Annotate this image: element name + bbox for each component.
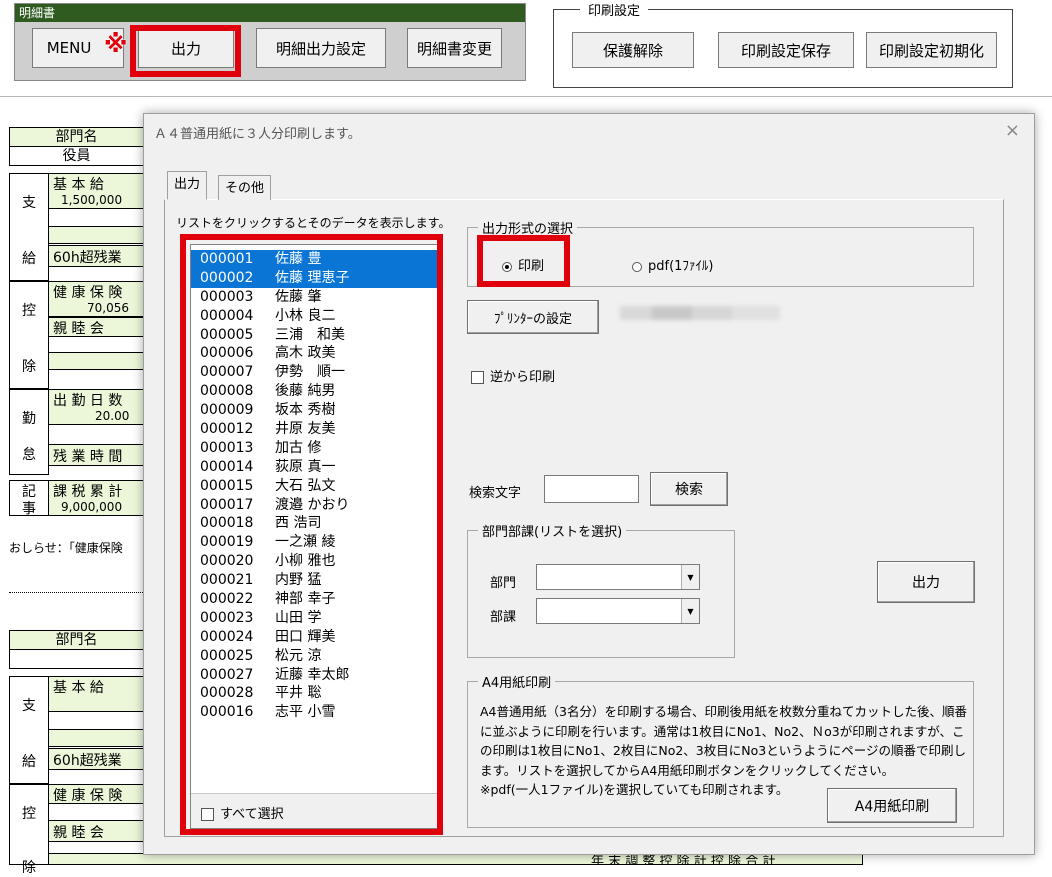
dept-header-cell: 部門名	[9, 127, 144, 147]
base-pay-cell: 基 本 給 1,500,000	[48, 173, 144, 209]
menu-button-label: MENU	[46, 39, 92, 57]
search-label: 検索文字	[469, 486, 522, 501]
dotted-divider	[9, 592, 143, 593]
social-club-cell: 親 睦 会	[48, 317, 144, 337]
green-cell-3	[48, 729, 144, 747]
record-side-cell: 記 事	[9, 480, 49, 517]
attendance-side-label-2: 怠	[22, 447, 36, 463]
sheet-divider	[0, 96, 1052, 97]
list-hint: リストをクリックするとそのデータを表示します。	[176, 216, 451, 230]
statement-panel-title: 明細書	[15, 4, 525, 22]
overtime-hours-cell: 残 業 時 間	[48, 444, 144, 466]
search-input[interactable]	[544, 475, 639, 503]
unprotect-button[interactable]: 保護解除	[572, 32, 694, 68]
overtime-hours-label: 残 業 時 間	[53, 449, 123, 465]
radio-pdf-label: pdf(1ﾌｧｲﾙ)	[648, 259, 714, 274]
a4-description: A4普通用紙（3名分）を印刷する場合、印刷後用紙を枚数分重ねてカットした後、順番…	[480, 702, 970, 800]
health-insurance-value: 70,056	[87, 301, 129, 315]
print-settings-legend: 印刷設定	[580, 0, 649, 19]
health-insurance-cell: 健 康 保 険 70,056	[48, 281, 144, 317]
a4-print-button[interactable]: A4用紙印刷	[827, 788, 957, 823]
base-pay-value: 1,500,000	[61, 193, 123, 207]
pay-side-label-b2: 給	[22, 754, 36, 770]
tax-total-label: 課 税 累 計	[53, 484, 123, 500]
search-button[interactable]: 検索	[650, 472, 728, 506]
green-cell-1	[48, 226, 144, 244]
dept-label: 部門	[490, 576, 517, 591]
chevron-down-icon[interactable]: ▼	[681, 565, 699, 589]
deduct-side-cell-2: 控 除	[9, 784, 49, 876]
a4-description-text: A4普通用紙（3名分）を印刷する場合、印刷後用紙を枚数分重ねてカットした後、順番…	[480, 704, 967, 778]
pay-side-label-b: 支	[22, 698, 36, 714]
reverse-print-checkbox[interactable]: 逆から印刷	[471, 366, 555, 385]
reverse-print-label: 逆から印刷	[490, 370, 556, 385]
highlight-employee-list	[180, 234, 443, 835]
dept-section-legend: 部門部課(リストを選択)	[478, 521, 627, 540]
a4-print-legend: A4用紙印刷	[478, 672, 556, 691]
work-days-value: 20.00	[95, 409, 130, 423]
work-days-cell: 出 勤 日 数 20.00	[48, 389, 144, 425]
attendance-side-cell: 勤 怠	[9, 389, 49, 475]
highlight-print-radio	[477, 235, 570, 287]
deduct-side-label-b2: 除	[22, 860, 36, 876]
printer-settings-button[interactable]: ﾌﾟﾘﾝﾀｰの設定	[467, 300, 599, 334]
pay-side-label: 支	[22, 195, 36, 211]
deduct-side-label-b: 控	[22, 806, 36, 822]
deduct-side-label-2: 除	[22, 359, 36, 375]
health-insurance-cell-2: 健 康 保 険	[48, 784, 144, 804]
attendance-side-label: 勤	[22, 411, 36, 427]
tax-total-value: 9,000,000	[61, 500, 123, 514]
overtime60-cell-2: 60h超残業	[48, 748, 144, 770]
detail-output-settings-button[interactable]: 明細出力設定	[256, 28, 386, 68]
pay-side-cell-2: 支 給	[9, 676, 49, 784]
base-pay-cell-2: 基 本 給	[48, 676, 144, 712]
chevron-down-icon[interactable]: ▼	[681, 599, 699, 623]
pay-side-cell: 支 給	[9, 173, 49, 281]
health-insurance-label: 健 康 保 険	[53, 285, 123, 301]
dept-section-group: 部門部課(リストを選択)	[467, 521, 735, 658]
save-print-settings-button[interactable]: 印刷設定保存	[718, 32, 854, 68]
printer-name-blurred	[620, 306, 780, 320]
section-select[interactable]: ▼	[536, 598, 700, 624]
work-days-label: 出 勤 日 数	[53, 393, 123, 409]
tab-output[interactable]: 出力	[167, 171, 208, 200]
pay-side-label-2: 給	[22, 251, 36, 267]
change-statement-button[interactable]: 明細書変更	[407, 28, 502, 68]
base-pay-label-2: 基 本 給	[53, 680, 104, 696]
dialog-title: Ａ４普通用紙に３人分印刷します。	[154, 127, 361, 142]
tab-other[interactable]: その他	[218, 175, 272, 200]
radio-unselected-icon	[632, 261, 642, 272]
overtime60-label-2: 60h超残業	[53, 753, 122, 769]
section-label: 部課	[490, 610, 517, 625]
dept-header-cell-2: 部門名	[9, 630, 144, 650]
checkbox-icon	[471, 371, 484, 384]
deduct-side-cell: 控 除	[9, 281, 49, 389]
social-club-cell-2: 親 睦 会	[48, 820, 144, 842]
overtime60-label: 60h超残業	[53, 250, 122, 266]
notice-text: おしらせ：「健康保険	[9, 541, 123, 555]
role-cell-2	[9, 649, 144, 669]
social-club-label-2: 親 睦 会	[53, 825, 104, 841]
base-pay-label: 基 本 給	[53, 177, 104, 193]
health-insurance-label-2: 健 康 保 険	[53, 788, 123, 804]
tax-total-cell: 課 税 累 計 9,000,000	[48, 480, 144, 516]
dept-select[interactable]: ▼	[536, 564, 700, 590]
record-side-label-2: 事	[22, 501, 36, 517]
reset-print-settings-button[interactable]: 印刷設定初期化	[866, 32, 997, 68]
output-submit-button[interactable]: 出力	[877, 561, 975, 603]
close-icon[interactable]: ×	[1005, 120, 1020, 141]
overtime60-cell: 60h超残業	[48, 245, 144, 267]
role-cell: 役員	[9, 146, 144, 166]
deduct-side-label: 控	[22, 303, 36, 319]
social-club-label: 親 睦 会	[53, 321, 104, 337]
reference-mark-icon: ※	[104, 30, 128, 58]
highlight-output-button	[130, 25, 241, 77]
radio-pdf[interactable]: pdf(1ﾌｧｲﾙ)	[632, 255, 714, 274]
green-cell-2	[48, 352, 144, 370]
